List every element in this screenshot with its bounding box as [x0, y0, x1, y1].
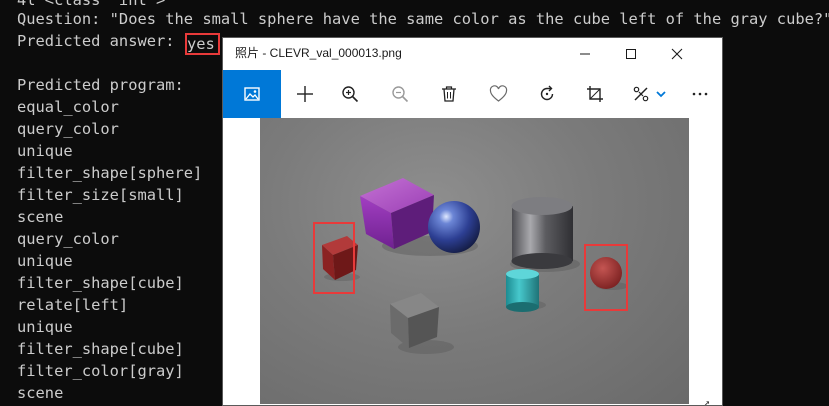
- title-bar[interactable]: 照片 - CLEVR_val_000013.png: [223, 38, 722, 69]
- program-step: filter_color[gray]: [17, 362, 184, 380]
- more-icon: [692, 92, 708, 96]
- program-step: query_color: [17, 120, 119, 138]
- image-button[interactable]: [223, 70, 281, 118]
- image-viewer[interactable]: ↗: [223, 118, 722, 406]
- minimize-icon: [580, 53, 590, 54]
- question-line: Question: "Does the small sphere have th…: [17, 10, 829, 28]
- photos-window: 照片 - CLEVR_val_000013.png ↗: [222, 37, 723, 406]
- rotate-button[interactable]: [527, 70, 567, 118]
- answer-label: Predicted answer:: [17, 32, 184, 50]
- delete-icon: [442, 86, 456, 102]
- program-step: scene: [17, 384, 64, 402]
- program-step: unique: [17, 318, 73, 336]
- add-button[interactable]: [285, 70, 325, 118]
- program-step: unique: [17, 142, 73, 160]
- program-header: Predicted program:: [17, 76, 184, 94]
- program-step: query_color: [17, 230, 119, 248]
- close-button[interactable]: [654, 38, 700, 69]
- zoom-in-button[interactable]: [330, 70, 370, 118]
- program-step: equal_color: [17, 98, 119, 116]
- edit-dropdown-button[interactable]: [644, 70, 678, 118]
- resize-grip-icon: ↗: [703, 396, 710, 406]
- zoom-in-icon: [342, 86, 359, 103]
- minimize-button[interactable]: [562, 38, 608, 69]
- rotate-icon: [540, 85, 554, 101]
- toolbar: [223, 70, 722, 118]
- crop-button[interactable]: [575, 70, 615, 118]
- zoom-out-button[interactable]: [380, 70, 420, 118]
- maximize-icon: [626, 48, 636, 59]
- program-step: filter_shape[cube]: [17, 340, 184, 358]
- maximize-button[interactable]: [608, 38, 654, 69]
- close-icon: [671, 48, 683, 59]
- favorite-icon: [489, 85, 507, 102]
- answer-value: yes: [187, 35, 215, 53]
- red-cube-highlight-box: [313, 222, 355, 294]
- more-button[interactable]: [680, 70, 720, 118]
- program-step: unique: [17, 252, 73, 270]
- program-step: filter_shape[cube]: [17, 274, 184, 292]
- red-sphere-highlight-box: [584, 244, 628, 311]
- program-step: filter_shape[sphere]: [17, 164, 203, 182]
- program-step: filter_size[small]: [17, 186, 184, 204]
- favorite-button[interactable]: [478, 70, 518, 118]
- zoom-out-icon: [392, 86, 409, 103]
- window-title: 照片 - CLEVR_val_000013.png: [235, 46, 402, 60]
- add-icon: [297, 86, 313, 102]
- image-icon: [244, 87, 260, 101]
- program-step: scene: [17, 208, 64, 226]
- program-step: relate[left]: [17, 296, 129, 314]
- chevron-down-icon: [656, 91, 666, 98]
- crop-icon: [587, 86, 603, 102]
- delete-button[interactable]: [429, 70, 469, 118]
